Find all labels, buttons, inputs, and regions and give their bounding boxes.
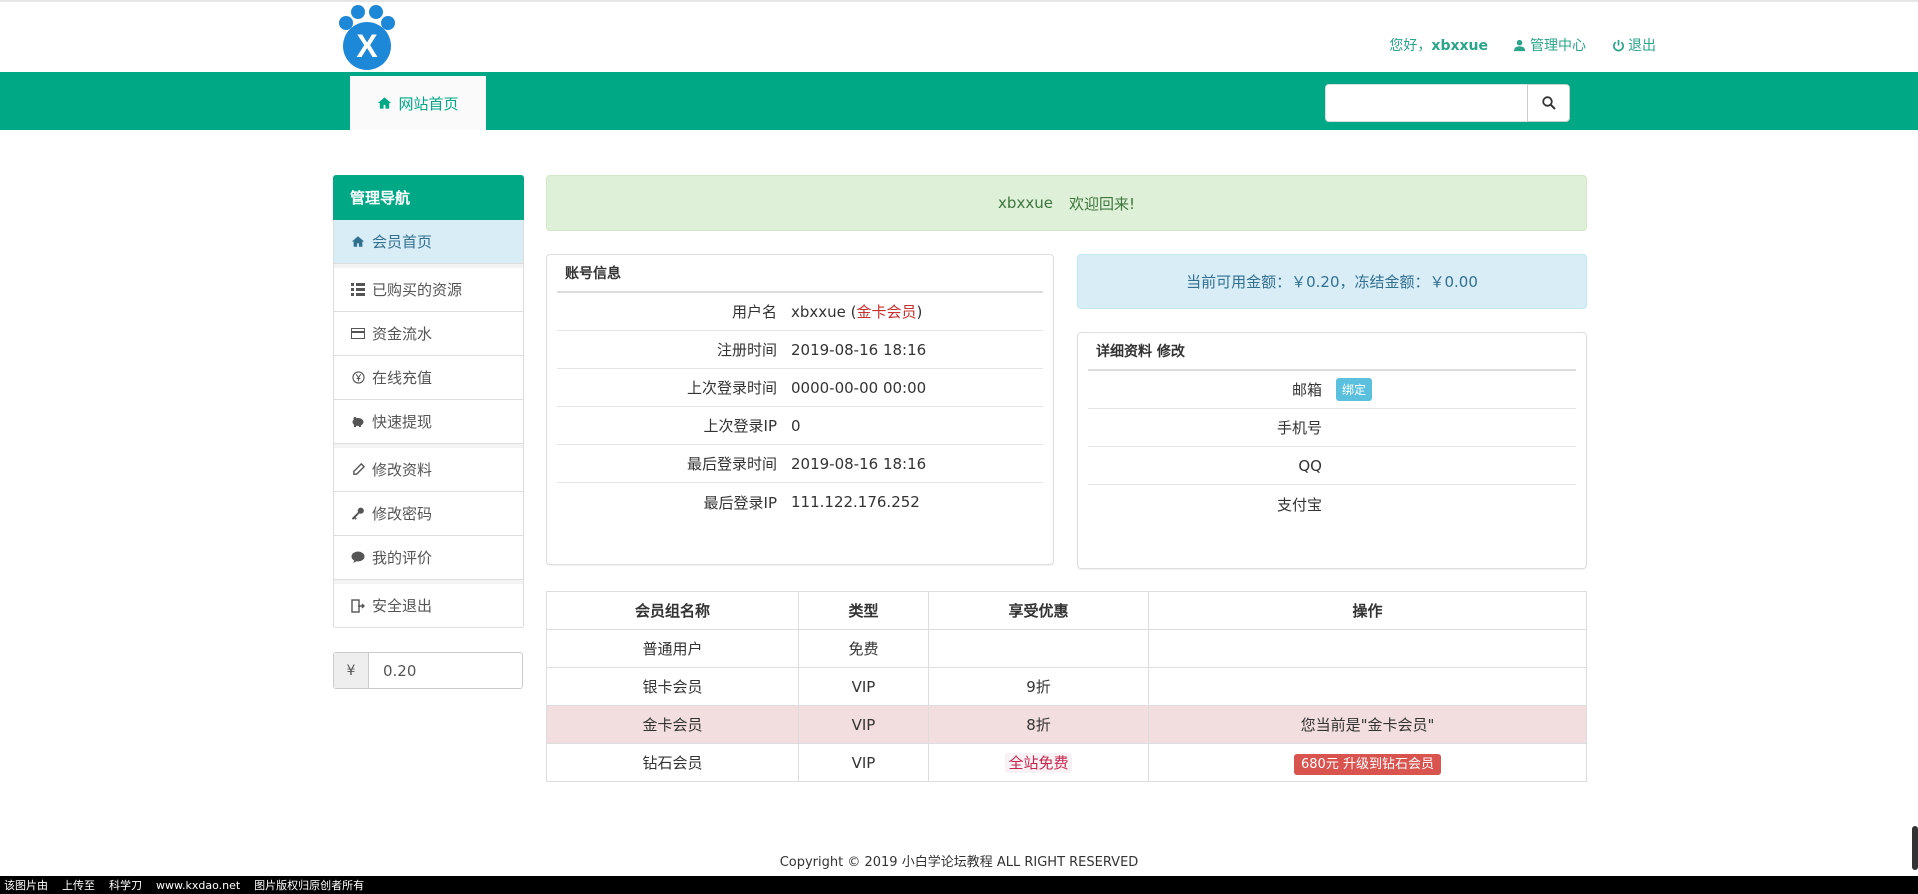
sidebar-item-funds[interactable]: 资金流水 <box>333 312 524 356</box>
welcome-text: 欢迎回来! <box>1068 194 1135 213</box>
account-title: 账号信息 <box>557 255 1043 293</box>
sidebar-title: 管理导航 <box>333 175 524 220</box>
header-username[interactable]: xbxxue <box>1431 38 1488 54</box>
detail-row-alipay: 支付宝 <box>1276 495 1322 514</box>
welcome-username: xbxxue <box>998 194 1053 212</box>
balance-value: 0.20 <box>383 661 417 680</box>
list-icon <box>350 283 366 296</box>
top-border <box>0 0 1918 2</box>
sidebar-item-logout[interactable]: 安全退出 <box>333 584 524 628</box>
search-button[interactable] <box>1527 84 1570 122</box>
free-badge: 全站免费 <box>1005 753 1072 773</box>
table-row-current: 金卡会员 VIP 8折 您当前是"金卡会员" <box>546 705 1587 744</box>
card-icon <box>350 328 366 339</box>
detail-row-email: 邮箱 绑定 <box>1088 371 1576 409</box>
greeting: 您好，xbxxue <box>1389 38 1488 54</box>
balance-currency: ¥ <box>334 653 369 688</box>
upgrade-diamond-button[interactable]: 680元 升级到钻石会员 <box>1294 754 1441 775</box>
nav-home-tab[interactable]: 网站首页 <box>350 76 486 130</box>
detail-title[interactable]: 详细资料 修改 <box>1088 333 1576 371</box>
account-panel: 账号信息 用户名 xbxxue (金卡会员) 注册时间 2019-08-16 1… <box>546 254 1054 565</box>
table-row: 普通用户 免费 <box>546 629 1587 668</box>
comment-icon <box>350 551 366 564</box>
search-icon <box>1541 96 1556 110</box>
table-row: 银卡会员 VIP 9折 <box>546 667 1587 706</box>
table-row: 钻石会员 VIP 全站免费 680元 升级到钻石会员 <box>546 743 1587 782</box>
pencil-icon <box>350 463 366 476</box>
logout-link[interactable]: 退出 <box>1612 35 1656 55</box>
account-row-latest-login-time: 最后登录时间 2019-08-16 18:16 <box>557 445 1043 483</box>
sidebar-item-purchased[interactable]: 已购买的资源 <box>333 268 524 312</box>
power-icon <box>1613 39 1624 51</box>
home-icon <box>378 97 392 109</box>
exit-icon <box>350 598 366 613</box>
piggy-bank-icon <box>350 416 366 428</box>
welcome-alert: xbxxue 欢迎回来! <box>546 175 1587 231</box>
search-input[interactable] <box>1325 84 1528 122</box>
admin-center-link[interactable]: 管理中心 <box>1514 35 1586 55</box>
sidebar-item-withdraw[interactable]: 快速提现 <box>333 400 524 444</box>
detail-panel: 详细资料 修改 邮箱 绑定 手机号 QQ 支付宝 <box>1077 332 1587 569</box>
sidebar-item-edit-profile[interactable]: 修改资料 <box>333 448 524 492</box>
home-icon <box>350 235 366 248</box>
footer-copyright: Copyright © 2019 小白学论坛教程 ALL RIGHT RESER… <box>779 855 1139 870</box>
account-row-username: 用户名 xbxxue (金卡会员) <box>557 293 1043 331</box>
logo-letter: X <box>356 28 378 64</box>
sidebar: 管理导航 会员首页 已购买的资源 资金流水 在线充值 快速提现 修改资料 修改密… <box>333 175 524 628</box>
paw-logo-icon[interactable]: X <box>336 4 398 72</box>
key-icon <box>350 507 366 520</box>
account-row-last-login-ip: 上次登录IP 0 <box>557 407 1043 445</box>
sidebar-item-my-reviews[interactable]: 我的评价 <box>333 536 524 580</box>
sidebar-item-recharge[interactable]: 在线充值 <box>333 356 524 400</box>
account-row-register-time: 注册时间 2019-08-16 18:16 <box>557 331 1043 369</box>
detail-row-qq: QQ <box>1088 447 1576 485</box>
sidebar-item-change-password[interactable]: 修改密码 <box>333 492 524 536</box>
bind-email-button[interactable]: 绑定 <box>1336 378 1373 401</box>
user-bar: 您好，xbxxue 管理中心 退出 <box>1389 35 1656 55</box>
account-row-last-login-time: 上次登录时间 0000-00-00 00:00 <box>557 369 1043 407</box>
detail-row-phone: 手机号 <box>1088 409 1576 447</box>
current-group-note: 您当前是"金卡会员" <box>1148 705 1587 744</box>
member-level: 金卡会员 <box>856 303 917 321</box>
sidebar-item-member-home[interactable]: 会员首页 <box>333 220 524 264</box>
balance-alert: 当前可用金额：￥0.20，冻结金额：￥0.00 <box>1077 254 1587 309</box>
watermark-bar: 该图片由 上传至 科学刀 www.kxdao.net 图片版权归原创者所有 <box>0 876 1918 894</box>
balance-field: ¥ 0.20 <box>333 652 523 689</box>
table-header: 会员组名称 类型 享受优惠 操作 <box>546 591 1587 630</box>
account-row-latest-login-ip: 最后登录IP 111.122.176.252 <box>703 493 920 512</box>
user-icon <box>1514 39 1526 51</box>
scrollbar-handle[interactable] <box>1912 826 1918 870</box>
member-groups-table: 会员组名称 类型 享受优惠 操作 普通用户 免费 银卡会员 VIP 9折 金卡会… <box>546 591 1587 782</box>
yen-circle-icon <box>350 371 366 384</box>
main-nav: 网站首页 <box>0 72 1918 130</box>
